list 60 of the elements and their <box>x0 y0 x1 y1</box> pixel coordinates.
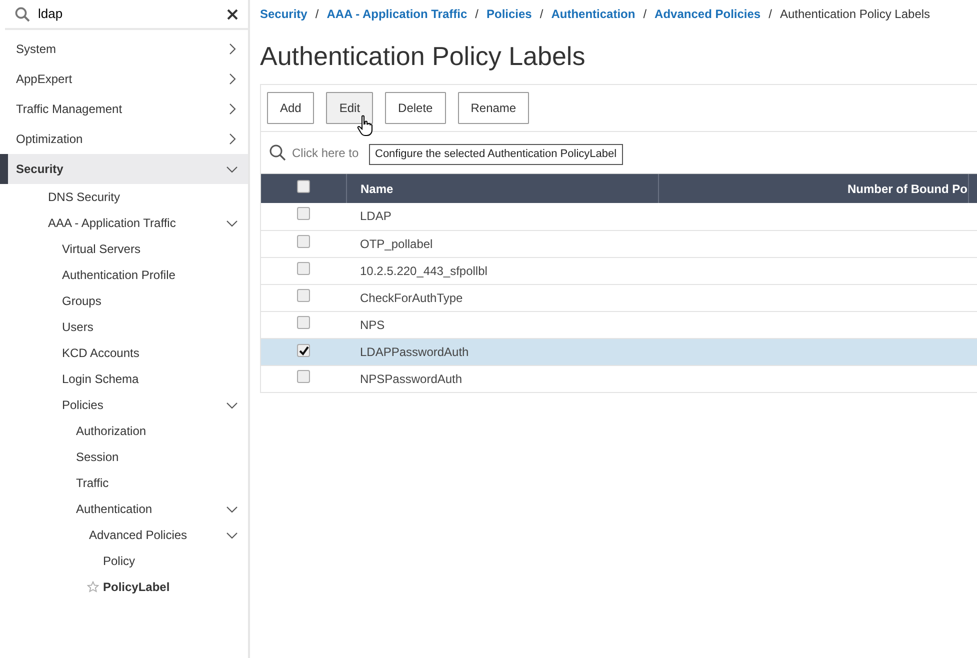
breadcrumb-current: Authentication Policy Labels <box>780 6 930 23</box>
sidebar-item[interactable]: Virtual Servers <box>0 236 248 262</box>
sidebar-item[interactable]: DNS Security <box>0 184 248 210</box>
checkbox[interactable] <box>297 207 310 220</box>
table-cell: OTP_pollabel <box>360 236 433 250</box>
checkbox[interactable] <box>297 316 310 328</box>
breadcrumb-separator: / <box>540 6 544 23</box>
checkbox[interactable] <box>296 180 310 192</box>
sidebar-item[interactable]: Groups <box>0 288 248 314</box>
sidebar-item[interactable]: Authorization <box>0 418 248 444</box>
table-cell: NPSPasswordAuth <box>360 372 462 386</box>
breadcrumb-separator: / <box>768 6 772 23</box>
search-icon <box>15 6 30 22</box>
checkbox[interactable] <box>297 234 310 248</box>
checkbox[interactable] <box>297 288 310 302</box>
sidebar-item[interactable]: Session <box>0 444 248 470</box>
table-cell: LDAPPasswordAuth <box>360 344 469 358</box>
breadcrumb-link[interactable]: Security <box>260 5 308 23</box>
page-title: Authentication Policy Labels <box>260 40 586 73</box>
sidebar-item[interactable]: Login Schema <box>0 366 248 392</box>
breadcrumb-link[interactable]: Authentication <box>551 5 636 23</box>
sidebar-item[interactable]: Advanced Policies <box>0 522 248 548</box>
sidebar-item[interactable]: PolicyLabel <box>0 574 248 600</box>
sidebar-item[interactable]: Policy <box>0 548 248 574</box>
column-header: Name <box>360 182 394 196</box>
sidebar-item[interactable]: Optimization <box>0 124 248 154</box>
sidebar-item[interactable]: Security <box>0 154 248 184</box>
sidebar-item[interactable]: AAA - Application Traffic <box>0 210 248 236</box>
toolbar-button[interactable]: Edit <box>326 92 374 124</box>
breadcrumb-link[interactable]: Advanced Policies <box>654 5 761 23</box>
sidebar-item[interactable]: Policies <box>0 392 248 418</box>
tooltip: Configure the selected Authentication PolicyLabel <box>369 144 623 164</box>
breadcrumb-link[interactable]: Policies <box>486 5 532 23</box>
breadcrumb-separator: / <box>475 6 478 23</box>
hand-cursor-icon <box>357 115 373 137</box>
checkbox[interactable] <box>297 370 310 382</box>
breadcrumb-link[interactable]: AAA - Application Traffic <box>326 5 468 23</box>
sidebar-item[interactable]: KCD Accounts <box>0 340 248 366</box>
toolbar-button[interactable]: Add <box>267 92 314 124</box>
search-icon <box>269 144 286 161</box>
sidebar-item[interactable]: AppExpert <box>0 64 248 94</box>
sidebar-item[interactable]: Traffic <box>0 470 248 496</box>
close-icon[interactable] <box>227 8 238 20</box>
star-icon <box>87 581 99 593</box>
sidebar-item[interactable]: Users <box>0 314 248 340</box>
table-cell: LDAP <box>360 209 392 224</box>
toolbar-button[interactable]: Rename <box>458 92 530 124</box>
breadcrumb-separator: / <box>643 6 647 23</box>
table-cell: CheckForAuthType <box>360 290 463 304</box>
sidebar-item[interactable]: Authentication Profile <box>0 262 248 288</box>
table-cell: 10.2.5.220_443_sfpollbl <box>360 264 488 278</box>
column-header: Number of Bound Po <box>848 182 968 196</box>
sidebar-item[interactable]: Authentication <box>0 496 248 522</box>
checkbox[interactable] <box>297 344 310 357</box>
sidebar-item[interactable]: Traffic Management <box>0 94 248 124</box>
table-cell: NPS <box>360 318 385 332</box>
checkbox[interactable] <box>297 262 310 274</box>
breadcrumb-separator: / <box>315 6 319 23</box>
sidebar-item[interactable]: System <box>0 34 248 64</box>
toolbar-button[interactable]: Delete <box>385 92 446 124</box>
